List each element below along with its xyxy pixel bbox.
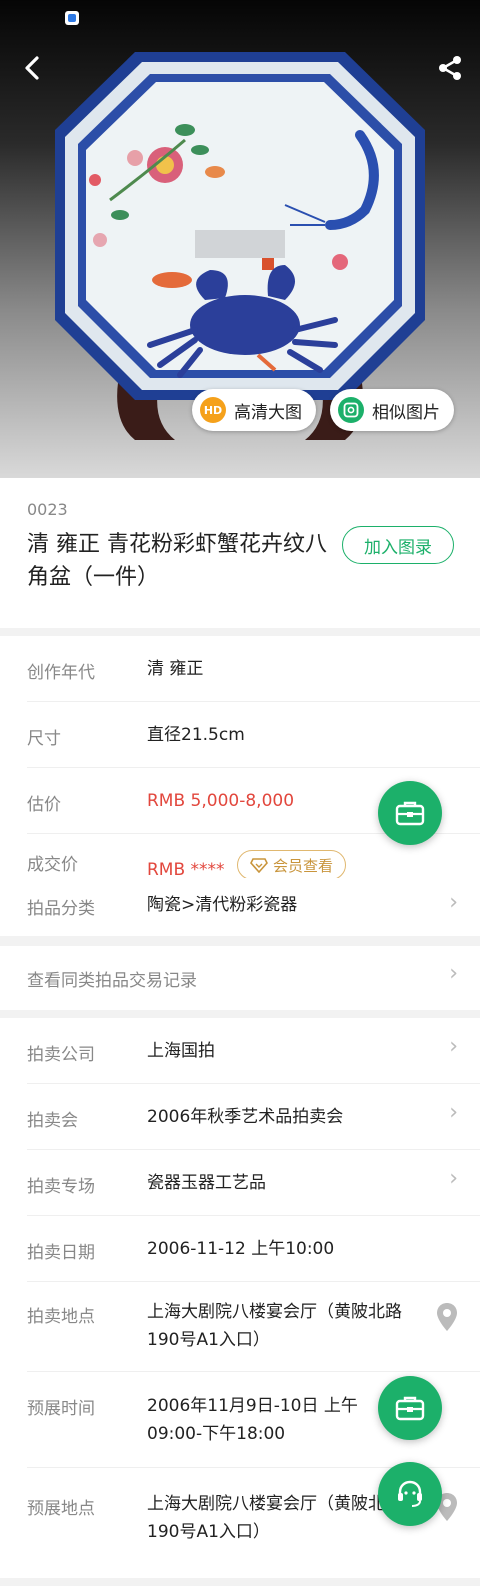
chevron-right-icon: ›: [449, 890, 458, 915]
detail-label: 尺寸: [27, 729, 61, 749]
transaction-history-link[interactable]: 查看同类拍品交易记录 ›: [0, 946, 480, 1010]
lot-title: 清 雍正 青花粉彩虾蟹花卉纹八角盆（一件）: [27, 532, 327, 590]
lot-header: 0023 清 雍正 青花粉彩虾蟹花卉纹八角盆（一件） 加入图录: [0, 478, 480, 628]
auction-value: 瓷器玉器工艺品: [147, 1173, 266, 1193]
detail-row-size: 尺寸 直径21.5cm: [27, 702, 480, 768]
chevron-left-icon: [25, 56, 39, 80]
detail-value: 清 雍正: [147, 659, 204, 679]
hd-icon: HD: [200, 397, 226, 423]
hd-image-button[interactable]: HD 高清大图: [192, 389, 316, 431]
share-icon: [439, 56, 461, 80]
headset-icon: [398, 1480, 422, 1507]
auction-value: 上海国拍: [147, 1041, 215, 1061]
sold-price-value: RMB ****: [147, 860, 225, 878]
chevron-right-icon: ›: [449, 961, 458, 986]
auction-label: 拍卖日期: [27, 1243, 95, 1263]
status-indicator-icon: [65, 11, 79, 25]
auction-value: 2006-11-12 上午10:00: [147, 1239, 335, 1259]
share-button[interactable]: [432, 50, 468, 86]
image-search-icon: [338, 397, 364, 423]
auction-row-date: 拍卖日期 2006-11-12 上午10:00: [27, 1216, 480, 1282]
similar-images-label: 相似图片: [372, 402, 440, 423]
auction-row-company[interactable]: 拍卖公司 上海国拍 ›: [27, 1018, 480, 1084]
auction-label: 拍卖会: [27, 1111, 78, 1131]
customer-service-fab-button[interactable]: [378, 1462, 442, 1526]
diamond-icon: [250, 858, 268, 873]
briefcase-fab-button[interactable]: [378, 781, 442, 845]
history-link-label: 查看同类拍品交易记录: [27, 971, 197, 991]
chevron-right-icon: ›: [449, 1100, 458, 1125]
chevron-right-icon: ›: [449, 1034, 458, 1059]
detail-row-era: 创作年代 清 雍正: [27, 636, 480, 702]
back-button[interactable]: [14, 50, 50, 86]
similar-images-button[interactable]: 相似图片: [330, 389, 454, 431]
hd-image-label: 高清大图: [234, 402, 302, 423]
auction-label: 预展时间: [27, 1399, 95, 1419]
auction-value: 2006年秋季艺术品拍卖会: [147, 1107, 344, 1127]
detail-label: 创作年代: [27, 663, 95, 683]
auction-label: 预展地点: [27, 1499, 95, 1519]
hero-image[interactable]: HD 高清大图 相似图片: [0, 0, 480, 478]
auction-label: 拍卖专场: [27, 1177, 95, 1197]
member-view-button[interactable]: 会员查看: [237, 850, 347, 878]
briefcase-icon: [395, 801, 425, 826]
detail-label: 估价: [27, 795, 61, 815]
chevron-right-icon: ›: [449, 1166, 458, 1191]
briefcase-fab-button-2[interactable]: [378, 1376, 442, 1440]
category-value: 陶瓷>清代粉彩瓷器: [147, 895, 298, 915]
auction-row-venue[interactable]: 拍卖地点 上海大剧院八楼宴会厅（黄陂北路190号A1入口）: [27, 1282, 480, 1372]
auction-value: 上海大剧院八楼宴会厅（黄陂北路190号A1入口）: [147, 1494, 402, 1542]
auction-label: 拍卖公司: [27, 1045, 95, 1065]
detail-label: 拍品分类: [27, 899, 95, 919]
auction-value: 2006年11月9日-10日 上午09:00-下午18:00: [147, 1396, 358, 1444]
add-to-catalog-button[interactable]: 加入图录: [342, 526, 454, 564]
location-pin-icon: [437, 1303, 457, 1331]
auction-value: 上海大剧院八楼宴会厅（黄陂北路190号A1入口）: [147, 1302, 402, 1350]
estimate-value: RMB 5,000-8,000: [147, 791, 295, 811]
auction-row-sale[interactable]: 拍卖会 2006年秋季艺术品拍卖会 ›: [27, 1084, 480, 1150]
detail-label: 成交价: [27, 855, 78, 875]
auction-row-session[interactable]: 拍卖专场 瓷器玉器工艺品 ›: [27, 1150, 480, 1216]
member-view-label: 会员查看: [273, 856, 334, 875]
detail-value: 直径21.5cm: [147, 725, 245, 745]
detail-row-category[interactable]: 拍品分类 陶瓷>清代粉彩瓷器 ›: [27, 878, 480, 936]
auction-label: 拍卖地点: [27, 1307, 95, 1327]
lot-number: 0023: [27, 500, 68, 519]
briefcase-icon: [395, 1396, 425, 1421]
